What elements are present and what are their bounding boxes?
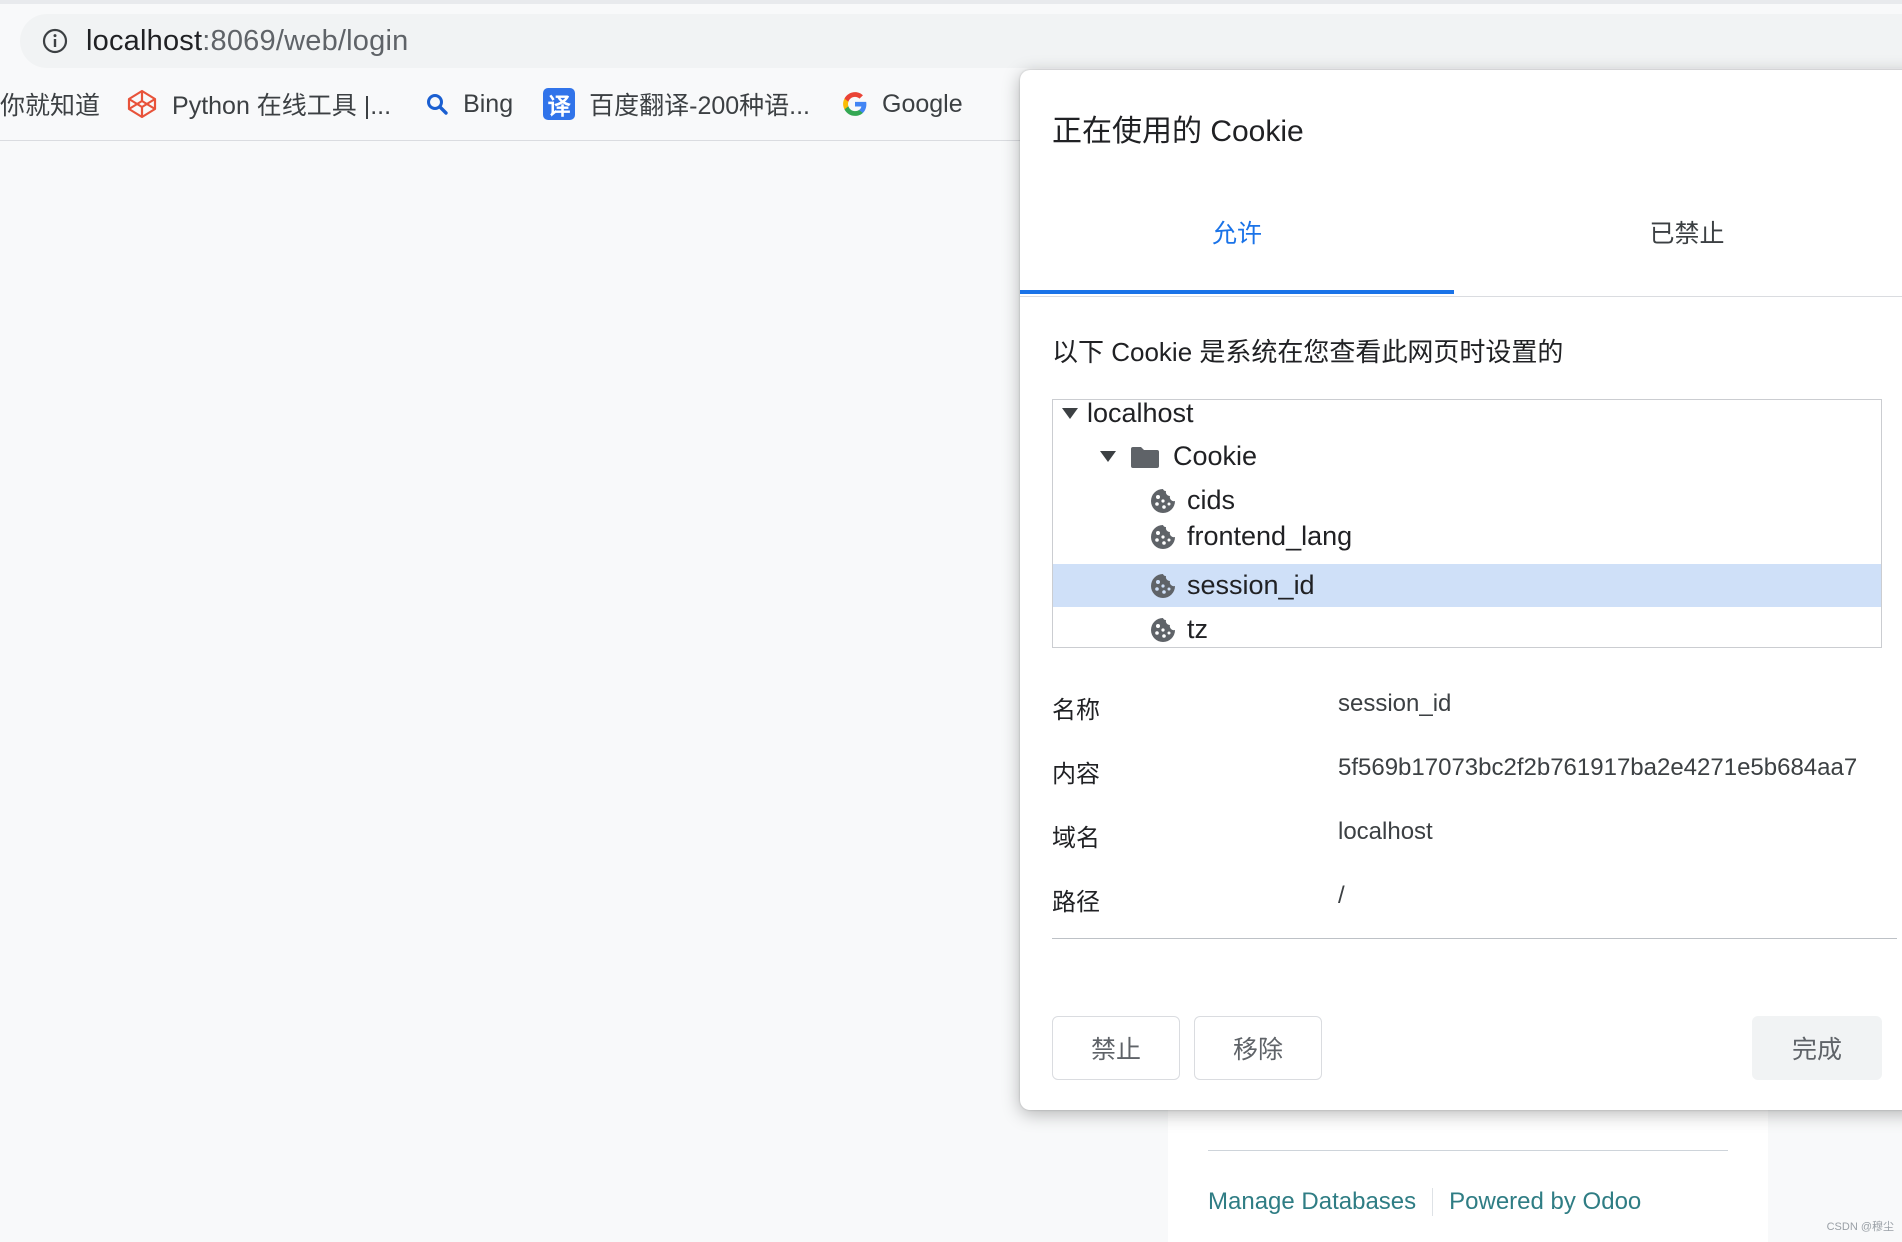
- active-tab-indicator: [1020, 290, 1454, 294]
- cookie-icon: [1151, 524, 1175, 549]
- tree-node-folder[interactable]: Cookie: [1053, 435, 1881, 478]
- tree-node-domain[interactable]: localhost: [1053, 399, 1881, 435]
- tree-node-cookie-selected[interactable]: session_id: [1053, 564, 1881, 607]
- detail-value: 5f569b17073bc2f2b761917ba2e4271e5b684aa7: [1338, 754, 1858, 781]
- tree-node-cookie[interactable]: frontend_lang: [1053, 515, 1881, 558]
- bookmark-label: 百度翻译-200种语...: [589, 92, 810, 120]
- detail-label: 名称: [1052, 697, 1100, 724]
- folder-icon: [1131, 446, 1159, 468]
- toolbar-divider: [0, 140, 1020, 141]
- tab-allowed[interactable]: 允许: [1020, 170, 1454, 294]
- url-host: localhost: [86, 24, 203, 57]
- search-icon: [425, 92, 449, 116]
- detail-value: localhost: [1338, 818, 1433, 845]
- detail-label: 内容: [1052, 761, 1100, 788]
- detail-row-domain: 域名 localhost: [1052, 818, 1892, 858]
- cookie-icon: [1151, 488, 1175, 513]
- bookmark-item[interactable]: 译 百度翻译-200种语...: [543, 86, 810, 122]
- watermark: CSDN @穆尘: [1826, 1221, 1894, 1233]
- login-footer-links: Manage Databases Powered by Odoo: [1208, 1188, 1641, 1216]
- detail-row-content: 内容 5f569b17073bc2f2b761917ba2e4271e5b684…: [1052, 754, 1892, 794]
- remove-button[interactable]: 移除: [1194, 1016, 1322, 1080]
- detail-value: session_id: [1338, 690, 1452, 717]
- url-path: :8069/web/login: [202, 24, 409, 57]
- detail-value: /: [1338, 882, 1345, 909]
- dialog-title: 正在使用的 Cookie: [1052, 115, 1304, 148]
- info-icon[interactable]: [42, 28, 68, 54]
- cookie-icon: [1151, 617, 1175, 642]
- translate-icon: 译: [543, 88, 576, 120]
- link-separator: [1432, 1188, 1434, 1216]
- tree-node-cookie[interactable]: tz: [1053, 608, 1881, 647]
- bookmark-item[interactable]: 你就知道: [0, 86, 100, 122]
- detail-row-name: 名称 session_id: [1052, 690, 1892, 730]
- detail-label: 路径: [1052, 889, 1100, 916]
- done-button[interactable]: 完成: [1752, 1016, 1882, 1080]
- codepen-cube-icon: [126, 88, 158, 120]
- cookie-description: 以下 Cookie 是系统在您查看此网页时设置的: [1052, 337, 1564, 367]
- cookie-name: session_id: [1187, 570, 1315, 600]
- bookmark-item[interactable]: Google: [842, 90, 963, 119]
- detail-label: 域名: [1052, 825, 1100, 852]
- expand-arrow-icon[interactable]: [1062, 408, 1078, 419]
- expand-arrow-icon[interactable]: [1100, 451, 1116, 462]
- google-g-icon: [842, 91, 868, 117]
- detail-row-path: 路径 /: [1052, 882, 1892, 922]
- cookie-icon: [1151, 573, 1175, 598]
- block-button[interactable]: 禁止: [1052, 1016, 1180, 1080]
- tree-domain-label: localhost: [1087, 399, 1194, 428]
- bookmark-label: Python 在线工具 |...: [172, 92, 392, 120]
- url-text[interactable]: localhost:8069/web/login: [86, 25, 408, 58]
- details-divider: [1052, 938, 1897, 939]
- cookie-tree[interactable]: localhost Cookie cids frontend_lang sess…: [1052, 399, 1882, 648]
- bookmark-label: Google: [882, 89, 963, 118]
- bookmark-item[interactable]: Python 在线工具 |...: [126, 86, 391, 122]
- bookmark-label: Bing: [463, 89, 514, 118]
- manage-databases-link[interactable]: Manage Databases: [1208, 1188, 1416, 1216]
- login-card-divider: [1208, 1150, 1728, 1151]
- tab-blocked[interactable]: 已禁止: [1454, 170, 1902, 294]
- cookie-tabs: 允许 已禁止: [1020, 170, 1902, 297]
- cookies-dialog: 正在使用的 Cookie 允许 已禁止 以下 Cookie 是系统在您查看此网页…: [1020, 70, 1902, 1110]
- window-top-strip: [0, 0, 1902, 4]
- tree-folder-label: Cookie: [1173, 441, 1258, 471]
- address-bar[interactable]: localhost:8069/web/login: [20, 14, 1902, 68]
- powered-by-odoo-link[interactable]: Powered by Odoo: [1449, 1188, 1641, 1216]
- bookmark-label: 你就知道: [0, 92, 101, 120]
- bookmark-item[interactable]: Bing: [425, 90, 513, 119]
- cookie-name: frontend_lang: [1187, 521, 1353, 551]
- cookie-name: tz: [1187, 614, 1209, 644]
- cookie-name: cids: [1187, 485, 1236, 515]
